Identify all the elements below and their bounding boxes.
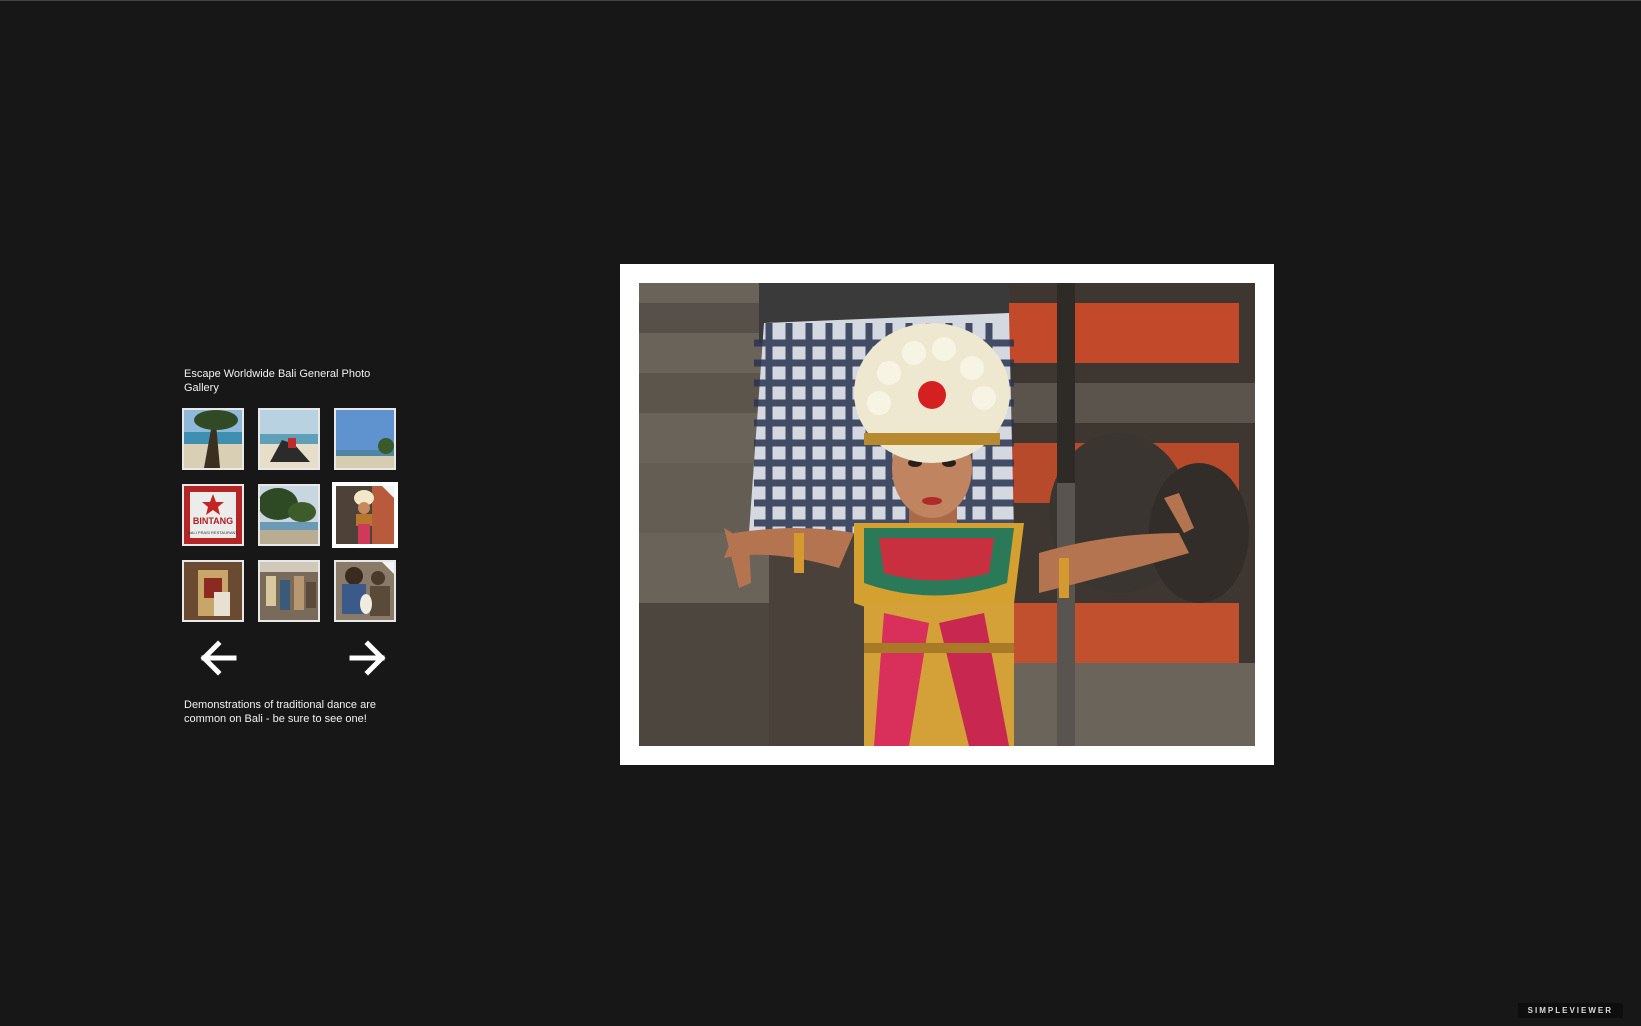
simpleviewer-gallery: Escape Worldwide Bali General Photo Gall…	[0, 0, 1641, 1026]
thumbnail-7[interactable]	[182, 560, 244, 622]
gallery-title: Escape Worldwide Bali General Photo Gall…	[184, 368, 371, 394]
thumbnail-8[interactable]	[258, 560, 320, 622]
thumbnail-4[interactable]: BINTANG BALI PRASI RESTAURANT	[182, 484, 244, 546]
thumbnail-3[interactable]	[334, 408, 396, 470]
main-image-balinese-dancer[interactable]	[639, 283, 1255, 746]
bintang-text: BINTANG	[193, 516, 233, 526]
arrow-right-icon	[349, 640, 386, 676]
thumbnail-5[interactable]	[258, 484, 320, 546]
thumbnail-2[interactable]	[258, 408, 320, 470]
thumbnail-corner-marker	[382, 562, 394, 574]
main-image-frame	[620, 264, 1274, 765]
selected-corner-marker	[382, 486, 394, 498]
thumbnail-1[interactable]	[182, 408, 244, 470]
next-button[interactable]	[348, 638, 388, 678]
image-caption: Demonstrations of traditional dance are …	[184, 699, 376, 725]
bintang-subtext: BALI PRASI RESTAURANT	[188, 530, 238, 535]
arrow-left-icon	[200, 640, 237, 676]
thumbnail-9[interactable]	[334, 560, 396, 622]
thumbnail-grid: BINTANG BALI PRASI RESTAURANT	[182, 408, 402, 623]
prev-button[interactable]	[198, 638, 238, 678]
thumbnail-6-selected[interactable]	[332, 482, 398, 548]
simpleviewer-brand[interactable]: SIMPLEVIEWER	[1517, 1003, 1623, 1018]
